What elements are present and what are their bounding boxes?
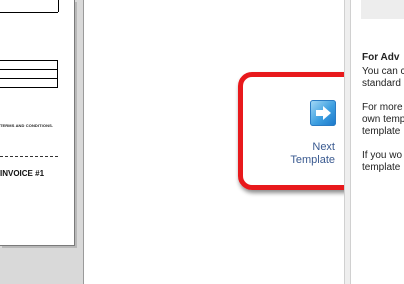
help-text: For Adv You can c standard For more own … — [362, 52, 404, 186]
panel-header-box — [361, 0, 404, 19]
next-template-link[interactable]: Next Template — [280, 141, 335, 167]
help-line: If you wo — [362, 150, 403, 161]
next-template-label-line1[interactable]: Next — [280, 141, 335, 154]
help-line: template — [362, 126, 401, 137]
help-line: For more — [362, 102, 403, 113]
help-line: You can c — [362, 66, 404, 77]
next-template-label-line2[interactable]: Template — [280, 154, 335, 167]
invoice-preview-page: TERMS AND CONDITIONS. INVOICE #1 — [0, 0, 75, 246]
help-heading: For Adv — [362, 52, 400, 63]
arrow-right-icon-graphic — [316, 106, 331, 120]
help-line: template — [362, 162, 401, 173]
divider — [58, 0, 59, 12]
help-paragraph: You can c standard — [362, 66, 404, 90]
divider — [0, 12, 58, 13]
invoice-number-text: INVOICE #1 — [0, 169, 45, 178]
help-line: standard — [362, 78, 401, 89]
help-panel: For Adv You can c standard For more own … — [351, 0, 404, 284]
divider — [0, 70, 57, 79]
arrow-right-icon[interactable] — [310, 100, 336, 126]
template-preview-pane: TERMS AND CONDITIONS. INVOICE #1 — [0, 0, 84, 284]
line-items-box — [0, 60, 58, 88]
divider — [0, 61, 57, 70]
terms-text: TERMS AND CONDITIONS. — [0, 123, 54, 128]
help-paragraph: For more own temp template — [362, 102, 404, 138]
help-line: own temp — [362, 114, 404, 125]
panel-splitter[interactable] — [344, 0, 351, 284]
help-paragraph: If you wo template — [362, 150, 404, 174]
dashed-divider — [0, 156, 58, 157]
